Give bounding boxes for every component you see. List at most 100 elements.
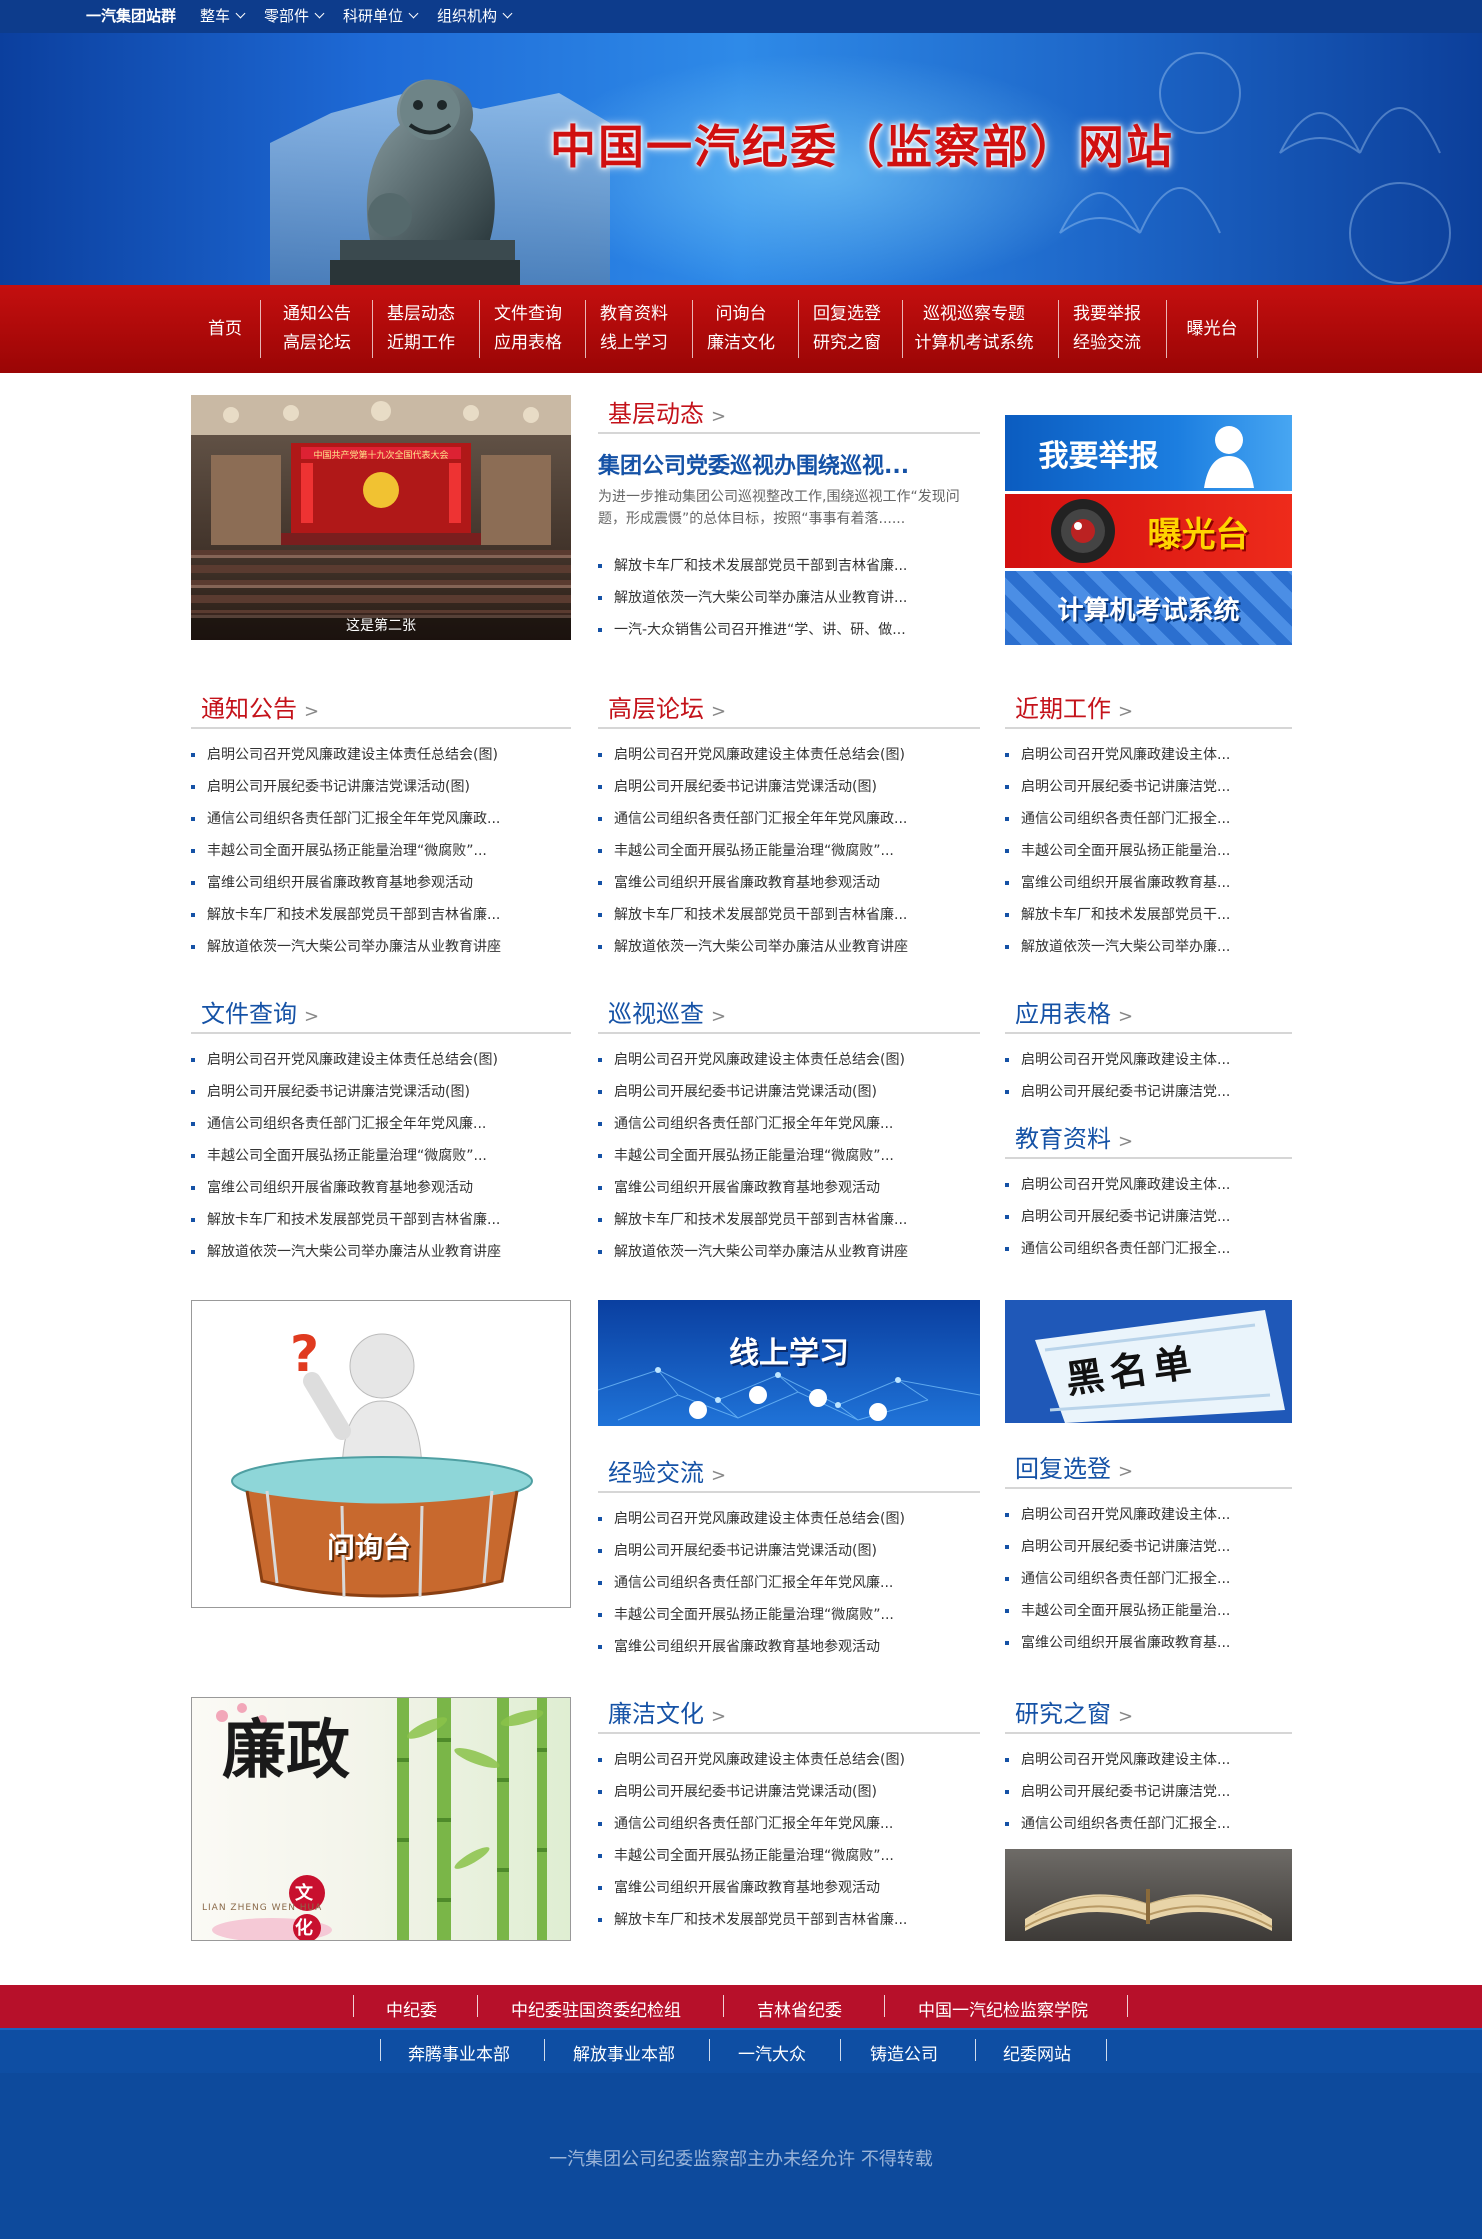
list-item[interactable]: 通信公司组织各责任部门汇报全年年党风廉... [598,1808,980,1840]
list-item[interactable]: 通信公司组织各责任部门汇报全年年党风廉... [598,1567,980,1599]
list-item[interactable]: 启明公司开展纪委书记讲廉洁党... [1005,1201,1292,1233]
footer-link-commission[interactable]: 纪委网站 [1003,2040,1071,2065]
nav-recent-work[interactable]: 近期工作 [387,329,455,358]
section-heading-inspection[interactable]: 巡视巡查 > [598,988,980,1034]
list-item[interactable]: 启明公司开展纪委书记讲廉洁党课活动(图) [191,771,571,803]
nav-exam-system[interactable]: 计算机考试系统 [915,329,1034,358]
list-item[interactable]: 解放卡车厂和技术发展部党员干部到吉林省廉... [598,1904,980,1936]
list-item[interactable]: 解放道依茨一汽大柴公司举办廉洁从业教育讲座 [598,931,980,963]
list-item[interactable]: 丰越公司全面开展弘扬正能量治理“微腐败”... [598,1140,980,1172]
list-item[interactable]: 启明公司召开党风廉政建设主体责任总结会(图) [191,739,571,771]
list-item[interactable]: 启明公司开展纪委书记讲廉洁党课活动(图) [191,1076,571,1108]
integrity-culture-banner[interactable]: 廉政 文化 LIAN ZHENG WEN HUA [191,1697,571,1941]
list-item[interactable]: 解放道依茨一汽大柴公司举办廉... [1005,931,1292,963]
list-item[interactable]: 富维公司组织开展省廉政教育基地参观活动 [598,867,980,899]
list-item[interactable]: 富维公司组织开展省廉政教育基地参观活动 [598,1872,980,1904]
online-learning-banner[interactable]: 线上学习 [598,1300,980,1426]
list-item[interactable]: 富维公司组织开展省廉政教育基... [1005,1627,1292,1659]
section-heading-forum[interactable]: 高层论坛 > [598,683,980,729]
list-item[interactable]: 丰越公司全面开展弘扬正能量治理“微腐败”... [598,1599,980,1631]
nav-documents[interactable]: 文件查询 [494,300,562,329]
list-item[interactable]: 通信公司组织各责任部门汇报全年年党风廉政... [598,803,980,835]
nav-exposure[interactable]: 曝光台 [1172,285,1252,373]
list-item[interactable]: 启明公司开展纪委书记讲廉洁党课活动(图) [598,771,980,803]
list-item[interactable]: 解放道依茨一汽大柴公司举办廉洁从业教育讲座 [598,1236,980,1268]
list-item[interactable]: 启明公司召开党风廉政建设主体... [1005,1169,1292,1201]
list-item[interactable]: 通信公司组织各责任部门汇报全年年党风廉... [191,1108,571,1140]
list-item[interactable]: 解放卡车厂和技术发展部党员干部到吉林省廉... [598,550,980,582]
list-item[interactable]: 解放卡车厂和技术发展部党员干部到吉林省廉... [598,1204,980,1236]
section-heading-recent-work[interactable]: 近期工作 > [1005,683,1292,729]
nav-inquiry[interactable]: 问询台 [716,300,767,329]
open-book-image[interactable] [1005,1849,1292,1941]
exposure-button[interactable]: 曝光台 [1005,494,1292,568]
footer-link-fawvw[interactable]: 一汽大众 [738,2040,806,2065]
section-heading-research[interactable]: 研究之窗 > [1005,1688,1292,1734]
list-item[interactable]: 启明公司召开党风廉政建设主体... [1005,739,1292,771]
nav-replies[interactable]: 回复选登 [813,300,881,329]
list-item[interactable]: 启明公司开展纪委书记讲廉洁党课活动(图) [598,1535,980,1567]
section-heading-replies[interactable]: 回复选登 > [1005,1443,1292,1489]
list-item[interactable]: 通信公司组织各责任部门汇报全年年党风廉政... [191,803,571,835]
footer-link-academy[interactable]: 中国一汽纪检监察学院 [918,1996,1088,2021]
list-item[interactable]: 富维公司组织开展省廉政教育基地参观活动 [191,867,571,899]
list-item[interactable]: 启明公司召开党风廉政建设主体... [1005,1744,1292,1776]
list-item[interactable]: 丰越公司全面开展弘扬正能量治... [1005,1595,1292,1627]
list-item[interactable]: 解放卡车厂和技术发展部党员干部到吉林省廉... [191,1204,571,1236]
nav-notices[interactable]: 通知公告 [283,300,351,329]
footer-link-jilin[interactable]: 吉林省纪委 [757,1996,842,2021]
list-item[interactable]: 通信公司组织各责任部门汇报全... [1005,803,1292,835]
site-group-brand[interactable]: 一汽集团站群 [86,0,176,33]
section-heading-integrity[interactable]: 廉洁文化 > [598,1688,980,1734]
exam-system-button[interactable]: 计算机考试系统 [1005,571,1292,645]
list-item[interactable]: 解放卡车厂和技术发展部党员干部到吉林省廉... [191,899,571,931]
list-item[interactable]: 启明公司召开党风廉政建设主体责任总结会(图) [598,1744,980,1776]
list-item[interactable]: 富维公司组织开展省廉政教育基地参观活动 [598,1172,980,1204]
nav-forum[interactable]: 高层论坛 [283,329,351,358]
list-item[interactable]: 启明公司开展纪委书记讲廉洁党... [1005,1531,1292,1563]
list-item[interactable]: 启明公司召开党风廉政建设主体... [1005,1499,1292,1531]
list-item[interactable]: 启明公司开展纪委书记讲廉洁党... [1005,1076,1292,1108]
list-item[interactable]: 富维公司组织开展省廉政教育基... [1005,867,1292,899]
list-item[interactable]: 丰越公司全面开展弘扬正能量治理“微腐败”... [598,1840,980,1872]
list-item[interactable]: 启明公司召开党风廉政建设主体责任总结会(图) [191,1044,571,1076]
nav-experience[interactable]: 经验交流 [1073,329,1141,358]
list-item[interactable]: 启明公司召开党风廉政建设主体责任总结会(图) [598,1503,980,1535]
section-heading-education[interactable]: 教育资料 > [1005,1113,1292,1159]
list-item[interactable]: 通信公司组织各责任部门汇报全... [1005,1563,1292,1595]
footer-link-sasac-group[interactable]: 中纪委驻国资委纪检组 [511,1996,681,2021]
list-item[interactable]: 解放道依茨一汽大柴公司举办廉洁从业教育讲座 [191,931,571,963]
report-button[interactable]: 我要举报 [1005,415,1292,491]
list-item[interactable]: 启明公司召开党风廉政建设主体... [1005,1044,1292,1076]
section-heading-documents[interactable]: 文件查询 > [191,988,571,1034]
list-item[interactable]: 解放卡车厂和技术发展部党员干... [1005,899,1292,931]
footer-link-jiefang[interactable]: 解放事业本部 [573,2040,675,2065]
list-item[interactable]: 解放道依茨一汽大柴公司举办廉洁从业教育讲... [598,582,980,614]
list-item[interactable]: 通信公司组织各责任部门汇报全... [1005,1233,1292,1265]
section-heading-grassroots[interactable]: 基层动态 > [598,388,980,434]
list-item[interactable]: 一汽-大众销售公司召开推进“学、讲、研、做... [598,614,980,646]
section-heading-forms[interactable]: 应用表格 > [1005,988,1292,1034]
list-item[interactable]: 丰越公司全面开展弘扬正能量治理“微腐败”... [191,835,571,867]
list-item[interactable]: 丰越公司全面开展弘扬正能量治理“微腐败”... [191,1140,571,1172]
nav-research[interactable]: 研究之窗 [813,329,881,358]
headline-link[interactable]: 集团公司党委巡视办围绕巡视... [598,448,980,480]
nav-report[interactable]: 我要举报 [1073,300,1141,329]
nav-integrity-culture[interactable]: 廉洁文化 [707,329,775,358]
list-item[interactable]: 富维公司组织开展省廉政教育基地参观活动 [598,1631,980,1663]
topmenu-research[interactable]: 科研单位 [343,0,419,33]
nav-forms[interactable]: 应用表格 [494,329,562,358]
news-slider[interactable]: 中国共产党第十九次全国代表大会 这是第二张 [191,395,571,640]
blacklist-banner[interactable]: 黑名单 [1005,1300,1292,1423]
list-item[interactable]: 富维公司组织开展省廉政教育基地参观活动 [191,1172,571,1204]
list-item[interactable]: 丰越公司全面开展弘扬正能量治理“微腐败”... [598,835,980,867]
footer-link-besturn[interactable]: 奔腾事业本部 [408,2040,510,2065]
list-item[interactable]: 启明公司开展纪委书记讲廉洁党课活动(图) [598,1776,980,1808]
inquiry-desk-banner[interactable]: ? 问询台 [191,1300,571,1608]
section-heading-experience[interactable]: 经验交流 > [598,1447,980,1493]
list-item[interactable]: 通信公司组织各责任部门汇报全年年党风廉... [598,1108,980,1140]
nav-grassroots[interactable]: 基层动态 [387,300,455,329]
topmenu-organization[interactable]: 组织机构 [437,0,513,33]
list-item[interactable]: 启明公司开展纪委书记讲廉洁党... [1005,771,1292,803]
list-item[interactable]: 解放卡车厂和技术发展部党员干部到吉林省廉... [598,899,980,931]
